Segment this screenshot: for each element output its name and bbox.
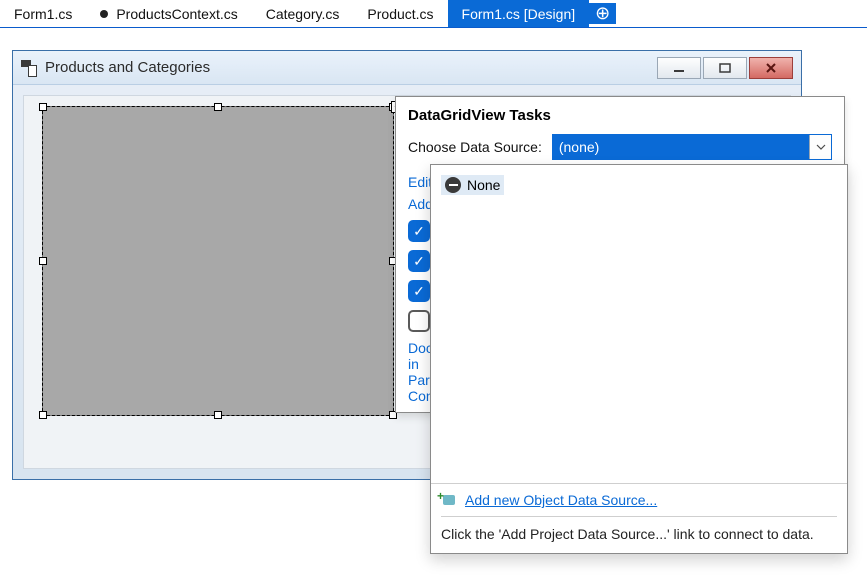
resize-handle-s[interactable] [214, 411, 222, 419]
doc-tab-label: Form1.cs [14, 6, 72, 22]
dirty-indicator-icon [100, 10, 108, 18]
data-source-popup-footer: + Add new Object Data Source... Click th… [431, 483, 847, 553]
maximize-button[interactable] [703, 57, 747, 79]
data-source-none-item[interactable]: None [441, 175, 504, 195]
minimize-button[interactable] [657, 57, 701, 79]
resize-handle-nw[interactable] [39, 103, 47, 111]
doc-tab-label: ProductsContext.cs [116, 6, 237, 22]
enable-editing-checkbox[interactable]: ✓ [408, 250, 430, 272]
doc-tab-label: Product.cs [367, 6, 433, 22]
choose-data-source-row: Choose Data Source: (none) [408, 134, 832, 160]
enable-adding-checkbox[interactable]: ✓ [408, 220, 430, 242]
form-titlebar: Products and Categories [13, 51, 801, 85]
close-button[interactable] [749, 57, 793, 79]
document-tab-strip: Form1.cs ProductsContext.cs Category.cs … [0, 0, 867, 28]
data-source-hint: Click the 'Add Project Data Source...' l… [441, 516, 837, 547]
doc-tab-form1-design[interactable]: Form1.cs [Design] [448, 0, 590, 27]
data-source-selected: (none) [553, 135, 809, 159]
data-source-popup: None + Add new Object Data Source... Cli… [430, 164, 848, 554]
enable-reorder-checkbox[interactable]: ✓ [408, 310, 430, 332]
maximize-icon [718, 62, 732, 74]
doc-tab-label: Form1.cs [Design] [462, 6, 576, 22]
doc-tab-form1-cs[interactable]: Form1.cs [0, 0, 86, 27]
selection-outline [42, 106, 394, 416]
minimize-icon [672, 62, 686, 74]
doc-tab-productscontext-cs[interactable]: ProductsContext.cs [86, 0, 251, 27]
add-object-data-source-label: Add new Object Data Source... [465, 492, 657, 508]
resize-handle-n[interactable] [214, 103, 222, 111]
resize-handle-w[interactable] [39, 257, 47, 265]
form-title: Products and Categories [45, 59, 210, 76]
doc-tab-product-cs[interactable]: Product.cs [353, 0, 447, 27]
resize-handle-sw[interactable] [39, 411, 47, 419]
datagridview[interactable]: ◂ [42, 106, 394, 416]
data-source-tree[interactable]: None [431, 165, 847, 483]
enable-deleting-checkbox[interactable]: ✓ [408, 280, 430, 302]
form-icon [21, 60, 37, 76]
window-controls [657, 57, 793, 79]
choose-data-source-label: Choose Data Source: [408, 139, 542, 155]
tasks-panel-title: DataGridView Tasks [408, 107, 832, 124]
close-icon [764, 62, 778, 74]
combobox-drop-button[interactable] [809, 135, 831, 159]
none-icon [445, 177, 461, 193]
data-source-combobox[interactable]: (none) [552, 134, 832, 160]
data-source-none-label: None [467, 177, 500, 193]
doc-tab-label: Category.cs [266, 6, 340, 22]
add-object-data-source-link[interactable]: + Add new Object Data Source... [441, 492, 657, 508]
pin-tab-icon[interactable]: ⊕ [589, 3, 616, 24]
database-add-icon: + [441, 493, 457, 507]
chevron-down-icon [816, 144, 826, 150]
doc-tab-category-cs[interactable]: Category.cs [252, 0, 354, 27]
